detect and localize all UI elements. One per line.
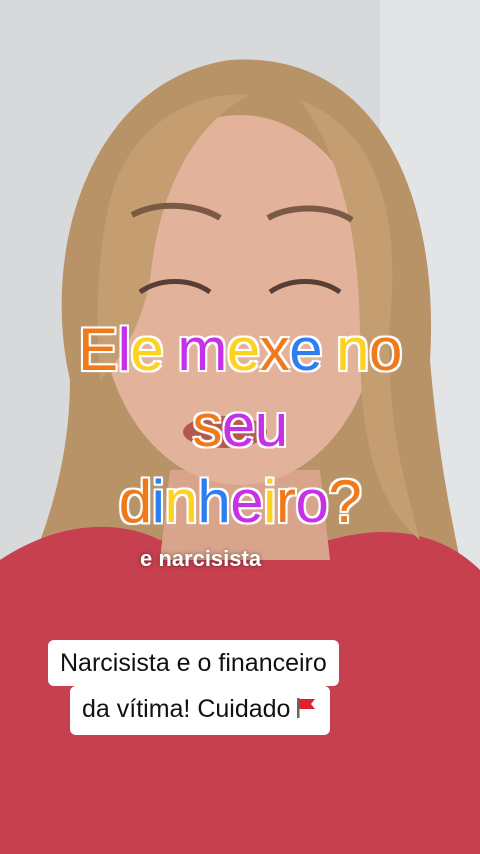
headline-word: dinheiro? (118, 464, 362, 540)
headline-line: Ele mexe no (0, 312, 480, 388)
caption-line-2-text: da vítima! Cuidado (82, 695, 291, 723)
red-flag-icon (294, 693, 318, 731)
headline-letter: e (226, 316, 260, 383)
headline-letter: e (230, 468, 264, 535)
headline-word: mexe (177, 312, 322, 388)
headline-word: no (336, 312, 402, 388)
caption-line-2: da vítima! Cuidado (70, 686, 331, 735)
headline-letter: o (295, 468, 329, 535)
subcaption-text: e narcisista (140, 546, 262, 571)
headline-letter: n (164, 468, 198, 535)
caption-line-1-text: Narcisista e o financeiro (60, 649, 327, 677)
headline-letter: ? (328, 468, 362, 535)
headline-word: seu (192, 388, 288, 464)
headline-letter: n (336, 316, 369, 383)
headline-letter: e (221, 392, 255, 459)
headline-letter: o (368, 316, 402, 383)
headline-letter: i (151, 468, 165, 535)
headline-letter: u (254, 392, 288, 459)
rainbow-headline: Ele mexe no seu dinheiro? (0, 312, 480, 540)
headline-letter: i (263, 468, 276, 535)
headline-line: dinheiro? (0, 464, 480, 540)
headline-letter: h (197, 468, 231, 535)
headline-letter: e (130, 316, 164, 383)
headline-letter: m (177, 316, 227, 383)
headline-letter: l (117, 316, 131, 383)
headline-letter: r (275, 468, 296, 535)
headline-word: Ele (78, 312, 164, 388)
headline-letter: d (118, 468, 152, 535)
headline-line: seu (0, 388, 480, 464)
caption-line-1: Narcisista e o financeiro (48, 640, 339, 686)
headline-letter: s (192, 392, 222, 459)
headline-letter: E (78, 316, 118, 383)
headline-letter: x (259, 316, 290, 383)
headline-letter: e (289, 316, 323, 383)
